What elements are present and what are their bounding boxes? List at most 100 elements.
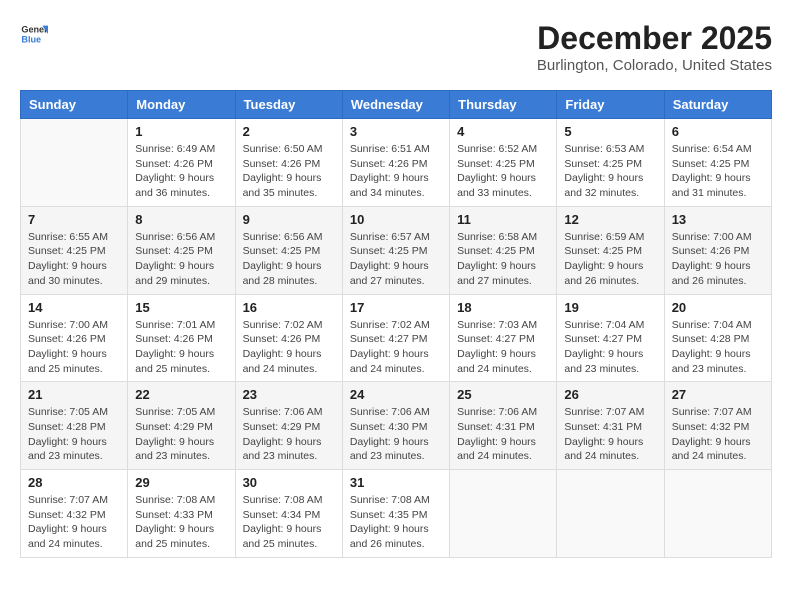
calendar-day-cell: 15 Sunrise: 7:01 AMSunset: 4:26 PMDayligh… — [128, 294, 235, 382]
calendar-day-cell: 25 Sunrise: 7:06 AMSunset: 4:31 PMDayligh… — [450, 382, 557, 470]
day-number: 28 — [28, 475, 120, 490]
day-number: 29 — [135, 475, 227, 490]
day-info: Sunrise: 7:01 AMSunset: 4:26 PMDaylight:… — [135, 318, 227, 377]
day-info: Sunrise: 7:02 AMSunset: 4:26 PMDaylight:… — [243, 318, 335, 377]
calendar-body: 1 Sunrise: 6:49 AMSunset: 4:26 PMDaylight… — [21, 119, 772, 558]
calendar-table: SundayMondayTuesdayWednesdayThursdayFrid… — [20, 90, 772, 558]
day-info: Sunrise: 7:05 AMSunset: 4:28 PMDaylight:… — [28, 405, 120, 464]
day-info: Sunrise: 7:05 AMSunset: 4:29 PMDaylight:… — [135, 405, 227, 464]
day-info: Sunrise: 6:51 AMSunset: 4:26 PMDaylight:… — [350, 142, 442, 201]
day-info: Sunrise: 6:54 AMSunset: 4:25 PMDaylight:… — [672, 142, 764, 201]
calendar-day-cell: 16 Sunrise: 7:02 AMSunset: 4:26 PMDayligh… — [235, 294, 342, 382]
day-number: 26 — [564, 387, 656, 402]
day-number: 12 — [564, 212, 656, 227]
day-info: Sunrise: 7:02 AMSunset: 4:27 PMDaylight:… — [350, 318, 442, 377]
weekday-header-cell: Wednesday — [342, 91, 449, 119]
calendar-day-cell: 3 Sunrise: 6:51 AMSunset: 4:26 PMDaylight… — [342, 119, 449, 207]
day-info: Sunrise: 6:57 AMSunset: 4:25 PMDaylight:… — [350, 230, 442, 289]
calendar-day-cell: 8 Sunrise: 6:56 AMSunset: 4:25 PMDaylight… — [128, 206, 235, 294]
logo: General Blue — [20, 20, 48, 48]
day-info: Sunrise: 6:49 AMSunset: 4:26 PMDaylight:… — [135, 142, 227, 201]
day-number: 1 — [135, 124, 227, 139]
day-info: Sunrise: 7:07 AMSunset: 4:31 PMDaylight:… — [564, 405, 656, 464]
calendar-day-cell: 24 Sunrise: 7:06 AMSunset: 4:30 PMDayligh… — [342, 382, 449, 470]
day-number: 3 — [350, 124, 442, 139]
calendar-day-cell: 13Sunrise: 7:00 AMSunset: 4:26 PMDayligh… — [664, 206, 771, 294]
day-info: Sunrise: 6:52 AMSunset: 4:25 PMDaylight:… — [457, 142, 549, 201]
day-number: 7 — [28, 212, 120, 227]
day-number: 10 — [350, 212, 442, 227]
day-info: Sunrise: 7:07 AMSunset: 4:32 PMDaylight:… — [672, 405, 764, 464]
calendar-week-row: 1 Sunrise: 6:49 AMSunset: 4:26 PMDaylight… — [21, 119, 772, 207]
day-number: 18 — [457, 300, 549, 315]
calendar-day-cell: 31 Sunrise: 7:08 AMSunset: 4:35 PMDayligh… — [342, 470, 449, 558]
weekday-header-cell: Monday — [128, 91, 235, 119]
day-number: 5 — [564, 124, 656, 139]
day-number: 2 — [243, 124, 335, 139]
calendar-day-cell — [450, 470, 557, 558]
day-number: 25 — [457, 387, 549, 402]
day-number: 24 — [350, 387, 442, 402]
day-number: 19 — [564, 300, 656, 315]
day-info: Sunrise: 7:06 AMSunset: 4:30 PMDaylight:… — [350, 405, 442, 464]
calendar-day-cell: 20 Sunrise: 7:04 AMSunset: 4:28 PMDayligh… — [664, 294, 771, 382]
day-info: Sunrise: 6:53 AMSunset: 4:25 PMDaylight:… — [564, 142, 656, 201]
day-number: 17 — [350, 300, 442, 315]
calendar-day-cell: 10 Sunrise: 6:57 AMSunset: 4:25 PMDayligh… — [342, 206, 449, 294]
weekday-header-row: SundayMondayTuesdayWednesdayThursdayFrid… — [21, 91, 772, 119]
calendar-day-cell: 5 Sunrise: 6:53 AMSunset: 4:25 PMDaylight… — [557, 119, 664, 207]
day-info: Sunrise: 7:07 AMSunset: 4:32 PMDaylight:… — [28, 493, 120, 552]
calendar-day-cell: 12 Sunrise: 6:59 AMSunset: 4:25 PMDayligh… — [557, 206, 664, 294]
calendar-day-cell: 27 Sunrise: 7:07 AMSunset: 4:32 PMDayligh… — [664, 382, 771, 470]
calendar-day-cell: 26 Sunrise: 7:07 AMSunset: 4:31 PMDayligh… — [557, 382, 664, 470]
calendar-day-cell: 21 Sunrise: 7:05 AMSunset: 4:28 PMDayligh… — [21, 382, 128, 470]
calendar-day-cell: 2 Sunrise: 6:50 AMSunset: 4:26 PMDaylight… — [235, 119, 342, 207]
weekday-header-cell: Saturday — [664, 91, 771, 119]
calendar-day-cell — [664, 470, 771, 558]
calendar-day-cell: 11Sunrise: 6:58 AMSunset: 4:25 PMDayligh… — [450, 206, 557, 294]
day-number: 13 — [672, 212, 764, 227]
calendar-day-cell: 1 Sunrise: 6:49 AMSunset: 4:26 PMDaylight… — [128, 119, 235, 207]
calendar-day-cell: 28 Sunrise: 7:07 AMSunset: 4:32 PMDayligh… — [21, 470, 128, 558]
day-info: Sunrise: 7:03 AMSunset: 4:27 PMDaylight:… — [457, 318, 549, 377]
day-number: 27 — [672, 387, 764, 402]
day-number: 23 — [243, 387, 335, 402]
day-number: 20 — [672, 300, 764, 315]
svg-text:Blue: Blue — [21, 34, 41, 44]
page-subtitle: Burlington, Colorado, United States — [537, 57, 772, 74]
day-number: 15 — [135, 300, 227, 315]
logo-icon: General Blue — [20, 20, 48, 48]
page-title: December 2025 — [537, 20, 772, 57]
calendar-day-cell: 17 Sunrise: 7:02 AMSunset: 4:27 PMDayligh… — [342, 294, 449, 382]
day-number: 30 — [243, 475, 335, 490]
day-number: 8 — [135, 212, 227, 227]
calendar-day-cell: 4 Sunrise: 6:52 AMSunset: 4:25 PMDaylight… — [450, 119, 557, 207]
page-header: General Blue December 2025 Burlington, C… — [20, 20, 772, 74]
day-info: Sunrise: 7:08 AMSunset: 4:35 PMDaylight:… — [350, 493, 442, 552]
day-number: 31 — [350, 475, 442, 490]
calendar-day-cell: 30 Sunrise: 7:08 AMSunset: 4:34 PMDayligh… — [235, 470, 342, 558]
day-info: Sunrise: 7:08 AMSunset: 4:34 PMDaylight:… — [243, 493, 335, 552]
day-number: 9 — [243, 212, 335, 227]
day-info: Sunrise: 7:00 AMSunset: 4:26 PMDaylight:… — [28, 318, 120, 377]
day-info: Sunrise: 7:04 AMSunset: 4:28 PMDaylight:… — [672, 318, 764, 377]
calendar-day-cell — [557, 470, 664, 558]
calendar-day-cell: 19 Sunrise: 7:04 AMSunset: 4:27 PMDayligh… — [557, 294, 664, 382]
day-info: Sunrise: 7:06 AMSunset: 4:29 PMDaylight:… — [243, 405, 335, 464]
day-number: 14 — [28, 300, 120, 315]
weekday-header-cell: Friday — [557, 91, 664, 119]
calendar-day-cell: 29Sunrise: 7:08 AMSunset: 4:33 PMDayligh… — [128, 470, 235, 558]
day-info: Sunrise: 6:50 AMSunset: 4:26 PMDaylight:… — [243, 142, 335, 201]
calendar-day-cell: 7Sunrise: 6:55 AMSunset: 4:25 PMDaylight… — [21, 206, 128, 294]
calendar-week-row: 28 Sunrise: 7:07 AMSunset: 4:32 PMDayligh… — [21, 470, 772, 558]
calendar-day-cell: 22Sunrise: 7:05 AMSunset: 4:29 PMDayligh… — [128, 382, 235, 470]
day-info: Sunrise: 7:06 AMSunset: 4:31 PMDaylight:… — [457, 405, 549, 464]
day-info: Sunrise: 6:59 AMSunset: 4:25 PMDaylight:… — [564, 230, 656, 289]
day-info: Sunrise: 7:04 AMSunset: 4:27 PMDaylight:… — [564, 318, 656, 377]
calendar-day-cell: 9Sunrise: 6:56 AMSunset: 4:25 PMDaylight… — [235, 206, 342, 294]
day-info: Sunrise: 6:56 AMSunset: 4:25 PMDaylight:… — [135, 230, 227, 289]
day-number: 21 — [28, 387, 120, 402]
title-block: December 2025 Burlington, Colorado, Unit… — [537, 20, 772, 74]
day-number: 4 — [457, 124, 549, 139]
day-number: 16 — [243, 300, 335, 315]
